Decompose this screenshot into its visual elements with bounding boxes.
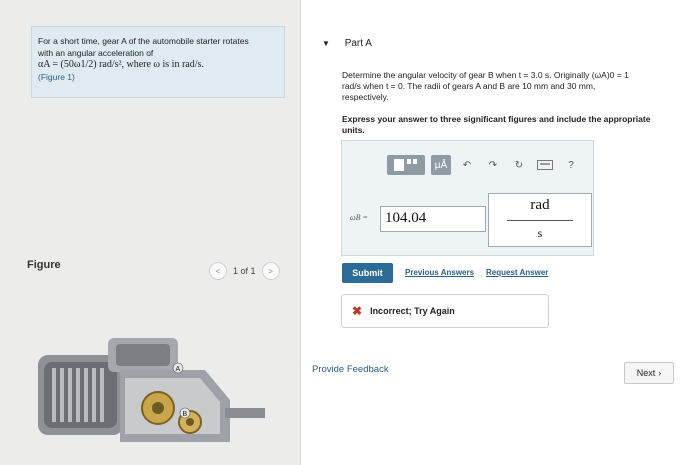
figure-label: Figure	[27, 259, 61, 271]
problem-line-2: with an angular acceleration of	[38, 48, 154, 58]
submit-button[interactable]: Submit	[342, 263, 393, 283]
question-text: Determine the angular velocity of gear B…	[342, 70, 682, 103]
prev-figure-button[interactable]: <	[209, 262, 227, 280]
panel-divider	[300, 0, 301, 465]
symbols-button[interactable]: μÅ	[431, 155, 451, 175]
unit-numerator: rad	[530, 197, 550, 213]
next-label: Next	[636, 368, 656, 378]
reset-icon[interactable]: ↻	[509, 155, 529, 175]
request-answer-link[interactable]: Request Answer	[486, 268, 548, 277]
problem-formula: αA = (50ω1/2) rad/s², where ω is in rad/…	[38, 59, 204, 70]
figure-link[interactable]: (Figure 1)	[38, 71, 278, 83]
next-button[interactable]: Next ›	[624, 362, 674, 384]
redo-icon[interactable]: ↷	[483, 155, 503, 175]
starter-motor-figure: A B	[30, 330, 270, 455]
previous-answers-link[interactable]: Previous Answers	[405, 268, 474, 277]
answer-unit-input[interactable]: rad s	[488, 193, 592, 247]
help-button[interactable]: ?	[561, 155, 581, 175]
part-title: Part A	[344, 38, 372, 49]
problem-line-1: For a short time, gear A of the automobi…	[38, 36, 249, 46]
answer-value-input[interactable]: 104.04	[380, 206, 486, 232]
collapse-arrow-icon[interactable]: ▼	[322, 39, 330, 48]
part-a-header[interactable]: ▼ Part A	[322, 38, 372, 49]
templates-icon[interactable]	[387, 155, 425, 175]
incorrect-icon: ✖	[352, 304, 363, 318]
answer-feedback: ✖ Incorrect; Try Again	[341, 294, 549, 328]
question-line-2: rad/s when t = 0. The radii of gears A a…	[342, 81, 596, 91]
instruction-text: Express your answer to three significant…	[342, 114, 651, 135]
chevron-right-icon: ›	[658, 368, 662, 378]
answer-variable: ωB =	[350, 213, 368, 222]
equation-toolbar: μÅ ↶ ↷ ↻ ?	[387, 155, 581, 175]
svg-text:A: A	[176, 366, 181, 373]
question-line-1: Determine the angular velocity of gear B…	[342, 70, 629, 80]
unit-fraction-bar	[507, 220, 573, 221]
unit-denominator: s	[537, 226, 543, 240]
keyboard-icon[interactable]	[535, 155, 555, 175]
feedback-status: Incorrect; Try Again	[370, 306, 455, 316]
undo-icon[interactable]: ↶	[457, 155, 477, 175]
pager-text: 1 of 1	[233, 266, 256, 276]
figure-pager: < 1 of 1 >	[209, 262, 280, 280]
svg-text:B: B	[183, 411, 188, 418]
next-figure-button[interactable]: >	[261, 262, 280, 280]
question-line-3: respectively.	[342, 92, 389, 102]
problem-statement: For a short time, gear A of the automobi…	[31, 26, 285, 98]
provide-feedback-link[interactable]: Provide Feedback	[312, 364, 389, 375]
